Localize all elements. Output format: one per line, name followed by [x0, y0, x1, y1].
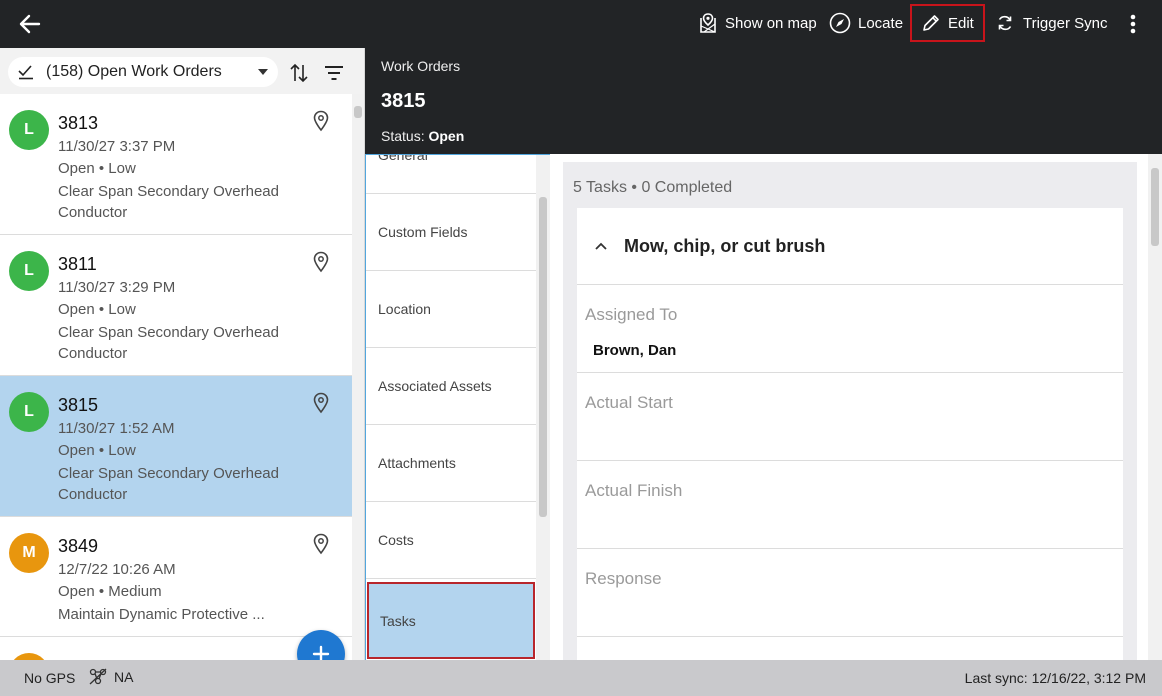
locate-button[interactable]: Locate — [829, 4, 903, 42]
network-status: NA — [88, 668, 133, 686]
task-header[interactable]: Mow, chip, or cut brush — [577, 208, 1123, 285]
show-on-map-button[interactable]: Show on map — [698, 4, 817, 42]
work-order-description: Clear Span Secondary Overhead Conductor — [58, 183, 279, 221]
detail-status: Status: Open — [381, 128, 464, 144]
work-order-number: 3813 — [58, 113, 99, 133]
work-order-item-selected[interactable]: L 3815 11/30/27 1:52 AM Open • Low Clear… — [0, 376, 352, 517]
nav-item-general[interactable]: General — [366, 155, 536, 194]
field-label: Actual Finish — [585, 481, 683, 500]
sync-icon — [998, 15, 1012, 31]
caret-down-icon — [258, 69, 268, 75]
work-order-date: 11/30/27 1:52 AM — [58, 420, 175, 437]
tasks-summary: 5 Tasks • 0 Completed — [573, 179, 733, 196]
locate-label: Locate — [858, 14, 904, 32]
nav-item-tasks[interactable]: Tasks — [367, 582, 535, 659]
field-assigned-to: Assigned To Brown, Dan — [577, 285, 1123, 373]
app-toolbar: Show on map Locate Edit Trigger Sync — [0, 0, 1162, 48]
detail-section-label: Work Orders — [381, 58, 461, 74]
status-prefix: Status: — [381, 128, 425, 144]
tasks-panel: 5 Tasks • 0 Completed Mow, chip, or cut … — [563, 162, 1137, 660]
location-pin-icon[interactable] — [312, 533, 330, 555]
work-order-item[interactable]: L 3811 11/30/27 3:29 PM Open • Low Clear… — [0, 235, 352, 376]
detail-work-order-number: 3815 — [381, 90, 426, 112]
status-bar: No GPS NA Last sync: 12/16/22, 3:12 PM — [0, 660, 1162, 696]
work-order-date: 11/30/27 3:29 PM — [58, 279, 176, 296]
filter-label: (158) Open Work Orders — [46, 63, 222, 80]
location-pin-icon[interactable] — [312, 110, 330, 132]
work-order-number: 3815 — [58, 395, 99, 415]
list-filter-bar: (158) Open Work Orders — [0, 48, 364, 94]
compass-icon — [829, 12, 851, 34]
work-order-filter-dropdown[interactable]: (158) Open Work Orders — [8, 57, 278, 87]
field-actual-finish: Actual Finish — [577, 461, 1123, 549]
pencil-icon — [923, 15, 939, 31]
work-order-item[interactable]: L 3813 11/30/27 3:37 PM Open • Low Clear… — [0, 94, 352, 235]
edit-label: Edit — [948, 14, 974, 32]
nav-item-location[interactable]: Location — [366, 271, 536, 348]
work-order-number: 3849 — [58, 536, 99, 556]
field-value: Brown, Dan — [593, 342, 677, 359]
nav-item-associated-assets[interactable]: Associated Assets — [366, 348, 536, 425]
detail-section-nav: General Custom Fields Location Associate… — [365, 154, 550, 660]
list-scrollbar[interactable] — [352, 94, 364, 660]
priority-avatar: L — [9, 251, 49, 291]
sort-button[interactable] — [288, 62, 310, 84]
location-pin-icon[interactable] — [312, 251, 330, 273]
location-pin-icon[interactable] — [312, 392, 330, 414]
trigger-sync-label: Trigger Sync — [1023, 14, 1108, 32]
task-card: Mow, chip, or cut brush Assigned To Brow… — [577, 208, 1123, 660]
list-scrollbar-thumb[interactable] — [354, 106, 362, 118]
priority-avatar: L — [9, 110, 49, 150]
work-order-description: Maintain Dynamic Protective ... — [58, 606, 265, 623]
work-order-date: 11/30/27 3:37 PM — [58, 138, 176, 155]
field-label: Assigned To — [585, 305, 678, 324]
chevron-up-icon[interactable] — [593, 238, 609, 254]
work-order-detail-header: Work Orders 3815 Status: Open — [365, 48, 1162, 154]
network-icon — [89, 668, 107, 685]
last-sync-text: Last sync: 12/16/22, 3:12 PM — [964, 670, 1146, 686]
work-order-status: Open • Low — [58, 301, 136, 318]
field-label: Actual Start — [585, 393, 673, 412]
work-order-status: Open • Medium — [58, 583, 162, 600]
back-button[interactable] — [14, 10, 46, 38]
work-order-description: Clear Span Secondary Overhead Conductor — [58, 465, 279, 503]
kebab-icon — [1130, 14, 1136, 34]
more-menu-button[interactable] — [1122, 10, 1144, 38]
check-list-icon — [18, 65, 33, 80]
arrow-left-icon — [19, 14, 41, 34]
work-order-date: 12/7/22 10:26 AM — [58, 561, 176, 578]
work-order-status: Open • Low — [58, 160, 136, 177]
content-scrollbar-thumb[interactable] — [1151, 168, 1159, 246]
tasks-content: 5 Tasks • 0 Completed Mow, chip, or cut … — [550, 154, 1162, 660]
work-order-number: 3811 — [58, 254, 97, 274]
field-response: Response — [577, 549, 1123, 637]
nav-item-attachments[interactable]: Attachments — [366, 425, 536, 502]
network-label: NA — [114, 669, 134, 685]
gps-status: No GPS — [24, 670, 76, 686]
priority-avatar — [9, 653, 49, 660]
priority-avatar: L — [9, 392, 49, 432]
nav-scrollbar-thumb[interactable] — [539, 197, 547, 517]
status-value: Open — [428, 128, 465, 144]
filter-lines-icon — [325, 66, 343, 80]
edit-button[interactable]: Edit — [910, 4, 985, 42]
nav-item-custom-fields[interactable]: Custom Fields — [366, 194, 536, 271]
nav-item-costs[interactable]: Costs — [366, 502, 536, 579]
work-order-description: Clear Span Secondary Overhead Conductor — [58, 324, 279, 362]
field-actual-start: Actual Start — [577, 373, 1123, 461]
work-order-status: Open • Low — [58, 442, 136, 459]
sort-arrows-icon — [290, 63, 308, 83]
filter-button[interactable] — [322, 62, 346, 84]
task-title: Mow, chip, or cut brush — [624, 236, 826, 256]
trigger-sync-button[interactable]: Trigger Sync — [996, 4, 1107, 42]
map-pin-icon — [700, 13, 716, 33]
field-label: Response — [585, 569, 662, 588]
work-order-item[interactable]: M 3849 12/7/22 10:26 AM Open • Medium Ma… — [0, 517, 352, 637]
work-order-list-panel: (158) Open Work Orders L 3813 11/30/27 3… — [0, 48, 365, 660]
show-on-map-label: Show on map — [725, 14, 817, 32]
priority-avatar: M — [9, 533, 49, 573]
plus-icon — [312, 645, 330, 660]
